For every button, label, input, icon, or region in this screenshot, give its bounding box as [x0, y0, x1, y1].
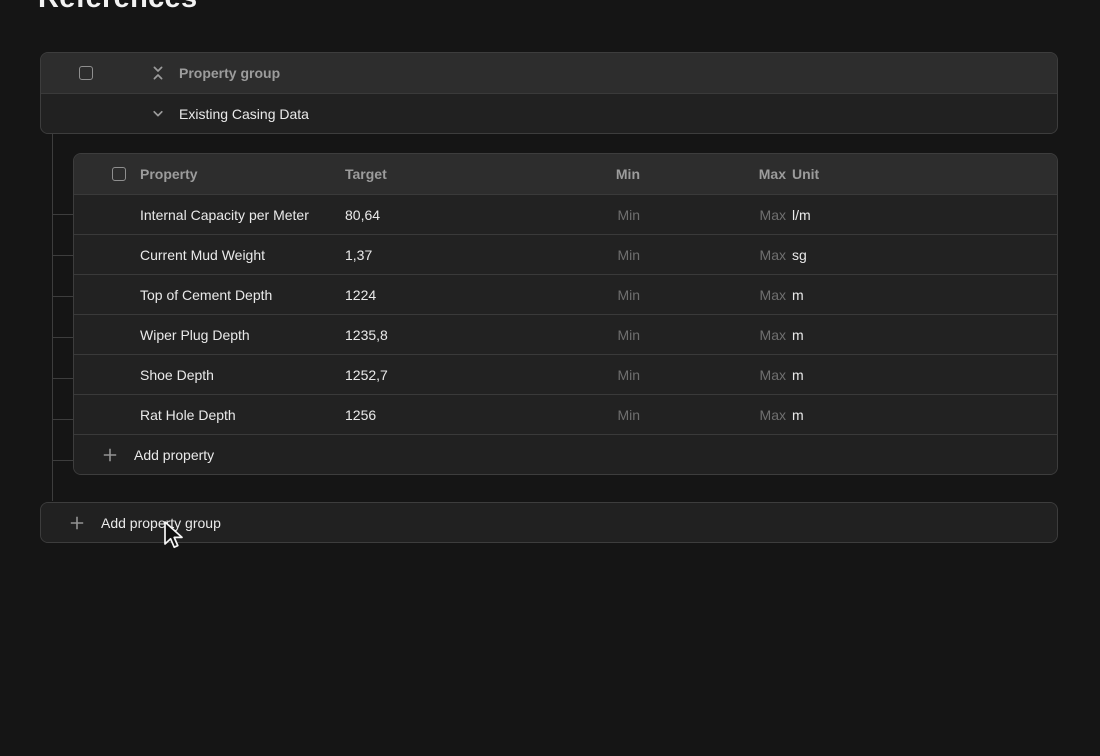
max-input[interactable]: Max — [664, 367, 786, 383]
tree-connector-tick — [52, 378, 73, 379]
property-name: Current Mud Weight — [140, 247, 265, 263]
add-property-group-label: Add property group — [101, 515, 221, 531]
property-name: Internal Capacity per Meter — [140, 207, 309, 223]
column-header-min: Min — [514, 166, 640, 182]
tree-connector-tick — [52, 255, 73, 256]
target-value[interactable]: 1252,7 — [345, 367, 388, 383]
property-name: Shoe Depth — [140, 367, 214, 383]
target-value[interactable]: 1256 — [345, 407, 376, 423]
unit-value[interactable]: l/m — [792, 207, 811, 223]
add-property-button[interactable]: Add property — [74, 434, 1057, 474]
target-value[interactable]: 1,37 — [345, 247, 372, 263]
unit-value[interactable]: m — [792, 327, 804, 343]
min-input[interactable]: Min — [514, 287, 640, 303]
column-header-max: Max — [664, 166, 786, 182]
table-row: Shoe Depth 1252,7 Min Max m — [74, 354, 1057, 394]
property-group-header-row: Property group — [41, 53, 1057, 93]
max-input[interactable]: Max — [664, 407, 786, 423]
target-value[interactable]: 80,64 — [345, 207, 380, 223]
column-header-property: Property — [140, 166, 198, 182]
unit-value[interactable]: m — [792, 287, 804, 303]
min-input[interactable]: Min — [514, 367, 640, 383]
tree-connector-tick — [52, 296, 73, 297]
plus-icon — [103, 448, 117, 462]
table-row: Wiper Plug Depth 1235,8 Min Max m — [74, 314, 1057, 354]
select-all-properties-checkbox[interactable] — [112, 167, 126, 181]
target-value[interactable]: 1235,8 — [345, 327, 388, 343]
tree-connector-tick — [52, 460, 73, 461]
min-input[interactable]: Min — [514, 327, 640, 343]
property-name: Rat Hole Depth — [140, 407, 236, 423]
unit-value[interactable]: sg — [792, 247, 807, 263]
add-property-label: Add property — [134, 447, 214, 463]
chevron-down-icon[interactable] — [150, 106, 166, 122]
unit-value[interactable]: m — [792, 367, 804, 383]
unfold-less-icon[interactable] — [150, 65, 166, 81]
table-row: Rat Hole Depth 1256 Min Max m — [74, 394, 1057, 434]
max-input[interactable]: Max — [664, 287, 786, 303]
properties-table: Property Target Min Max Unit Internal Ca… — [73, 153, 1058, 475]
max-input[interactable]: Max — [664, 327, 786, 343]
min-input[interactable]: Min — [514, 407, 640, 423]
property-name: Top of Cement Depth — [140, 287, 272, 303]
select-all-groups-checkbox[interactable] — [79, 66, 93, 80]
tree-connector-tick — [52, 419, 73, 420]
max-input[interactable]: Max — [664, 207, 786, 223]
max-input[interactable]: Max — [664, 247, 786, 263]
table-row: Top of Cement Depth 1224 Min Max m — [74, 274, 1057, 314]
property-group-table: Property group Existing Casing Data — [40, 52, 1058, 134]
property-name: Wiper Plug Depth — [140, 327, 250, 343]
property-group-row[interactable]: Existing Casing Data — [41, 93, 1057, 133]
tree-connector-tick — [52, 337, 73, 338]
tree-connector-trunk — [52, 134, 53, 501]
properties-header-row: Property Target Min Max Unit — [74, 154, 1057, 194]
property-group-column-label: Property group — [179, 65, 280, 81]
page-title: References — [38, 0, 197, 15]
column-header-target: Target — [345, 166, 387, 182]
add-property-group-button[interactable]: Add property group — [40, 502, 1058, 543]
table-row: Internal Capacity per Meter 80,64 Min Ma… — [74, 194, 1057, 234]
table-row: Current Mud Weight 1,37 Min Max sg — [74, 234, 1057, 274]
tree-connector-tick — [52, 214, 73, 215]
property-group-name: Existing Casing Data — [179, 106, 309, 122]
column-header-unit: Unit — [792, 166, 819, 182]
plus-icon — [70, 516, 84, 530]
target-value[interactable]: 1224 — [345, 287, 376, 303]
unit-value[interactable]: m — [792, 407, 804, 423]
min-input[interactable]: Min — [514, 247, 640, 263]
min-input[interactable]: Min — [514, 207, 640, 223]
add-property-group-row: Add property group — [41, 503, 1057, 542]
